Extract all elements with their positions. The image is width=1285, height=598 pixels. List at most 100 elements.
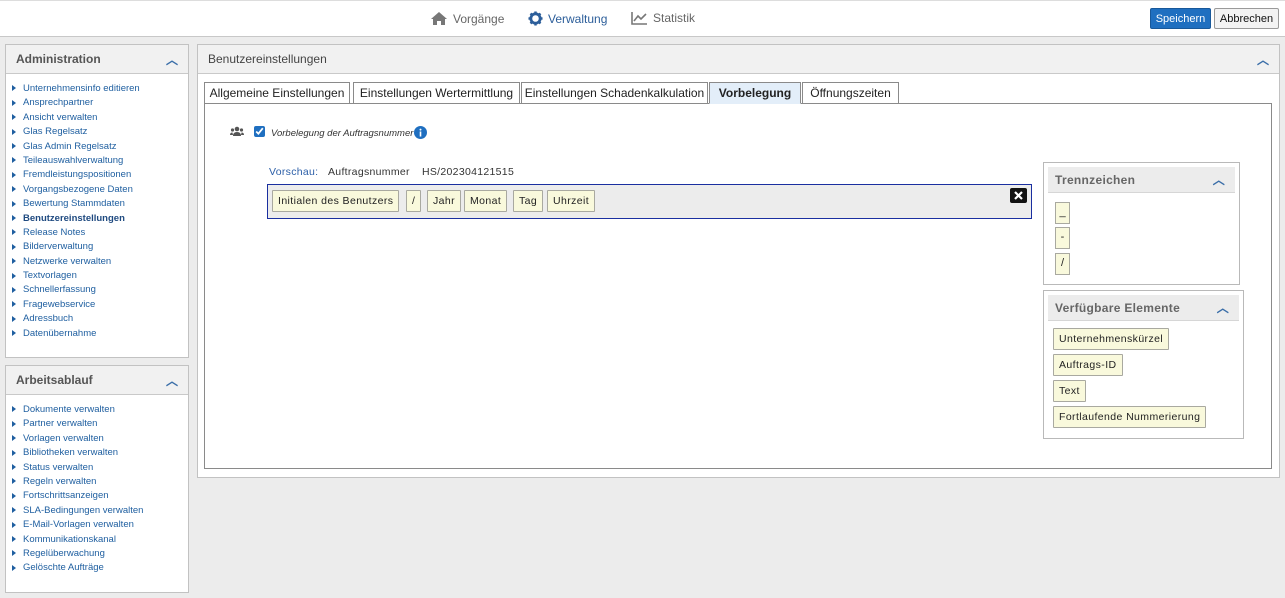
element-text[interactable]: Text	[1053, 380, 1086, 402]
bullet-triangle-icon	[12, 521, 16, 528]
sidebar-link-label: Netzwerke verwalten	[23, 255, 112, 267]
close-icon[interactable]	[1010, 188, 1027, 203]
separator-slash[interactable]: /	[1055, 253, 1070, 275]
trennzeichen-title: Trennzeichen	[1055, 173, 1136, 187]
sidebar-link-label: Gelöschte Aufträge	[23, 562, 104, 574]
element-unternehmenskuerzel[interactable]: Unternehmenskürzel	[1053, 328, 1170, 350]
sidebar-link[interactable]: Textvorlagen	[12, 269, 188, 283]
collapse-chevron-icon[interactable]: ︿	[166, 372, 178, 389]
sidebar-link-label: Ansicht verwalten	[23, 111, 98, 123]
sidebar-link[interactable]: Gelöschte Aufträge	[12, 561, 188, 575]
nav-verwaltung[interactable]: Verwaltung	[528, 11, 607, 26]
sidebar-link[interactable]: Vorgangsbezogene Daten	[12, 183, 188, 197]
sidebar-link-label: Adressbuch	[23, 313, 74, 325]
bullet-triangle-icon	[12, 186, 16, 193]
sidebar-link-label: Unternehmensinfo editieren	[23, 83, 140, 94]
bullet-triangle-icon	[12, 128, 16, 135]
tab-oeffnungszeiten[interactable]: Öffnungszeiten	[802, 82, 899, 104]
sidebar-link[interactable]: SLA-Bedingungen verwalten	[12, 504, 188, 518]
sidebar-link[interactable]: Netzwerke verwalten	[12, 255, 188, 269]
sidebar-link[interactable]: Bilderverwaltung	[12, 240, 188, 254]
verfuegbare-elemente-title: Verfügbare Elemente	[1055, 301, 1181, 315]
sidebar-link[interactable]: Fremdleistungspositionen	[12, 168, 188, 182]
sidebar-link[interactable]: Partner verwalten	[12, 417, 188, 431]
sidebar-link-label: Datenübernahme	[23, 327, 97, 339]
separator-underscore[interactable]: _	[1055, 202, 1070, 224]
sidebar-link[interactable]: Regelüberwachung	[12, 547, 188, 561]
bullet-triangle-icon	[12, 449, 16, 456]
sidebar-link[interactable]: Bibliotheken verwalten	[12, 446, 188, 460]
vorbelegung-checkbox[interactable]	[254, 126, 265, 137]
cancel-button[interactable]: Abbrechen	[1214, 8, 1279, 29]
sidebar-link[interactable]: Teileauswahlverwaltung	[12, 154, 188, 168]
bullet-triangle-icon	[12, 143, 16, 150]
sidebar-link-label: Fragewebservice	[23, 298, 96, 310]
sidebar-link-label: Status verwalten	[23, 461, 94, 473]
sidebar-link[interactable]: Fortschrittsanzeigen	[12, 489, 188, 503]
sidebar-link[interactable]: Ansicht verwalten	[12, 111, 188, 125]
users-icon	[230, 126, 244, 136]
collapse-chevron-icon[interactable]: ︿	[1213, 167, 1225, 193]
element-auftrags-id[interactable]: Auftrags-ID	[1053, 354, 1123, 376]
sequence-item[interactable]: /	[406, 190, 422, 212]
tab-einstellungen-wertermittlung[interactable]: Einstellungen Wertermittlung	[353, 82, 520, 104]
sidebar-link[interactable]: E-Mail-Vorlagen verwalten	[12, 518, 188, 532]
sidebar-link[interactable]: Schnellerfassung	[12, 283, 188, 297]
sequence-dropzone[interactable]: Initialen des Benutzers / Jahr Monat Tag…	[267, 184, 1032, 219]
sequence-item[interactable]: Monat	[464, 190, 508, 212]
collapse-chevron-icon[interactable]: ︿	[1257, 51, 1269, 68]
nav-vorgaenge[interactable]: Vorgänge	[430, 11, 504, 26]
tab-vorbelegung[interactable]: Vorbelegung	[709, 82, 801, 104]
sidebar-link[interactable]: Fragewebservice	[12, 298, 188, 312]
bullet-triangle-icon	[12, 272, 16, 279]
sidebar-link-label: Regelüberwachung	[23, 547, 105, 559]
sidebar-link[interactable]: Unternehmensinfo editieren	[12, 82, 188, 96]
verfuegbare-elemente-panel: Verfügbare Elemente ︿ Unternehmenskürzel…	[1043, 290, 1244, 439]
sidebar-link[interactable]: Regeln verwalten	[12, 475, 188, 489]
sidebar-link[interactable]: Benutzereinstellungen	[12, 212, 188, 226]
sidebar-link[interactable]: Release Notes	[12, 226, 188, 240]
administration-panel: Administration ︿ Unternehmensinfo editie…	[5, 44, 189, 358]
sidebar-link-label: Bilderverwaltung	[23, 241, 94, 253]
sidebar-link[interactable]: Status verwalten	[12, 461, 188, 475]
sidebar-link-label: Regeln verwalten	[23, 475, 97, 487]
bullet-triangle-icon	[12, 99, 16, 106]
sidebar-link[interactable]: Kommunikationskanal	[12, 533, 188, 547]
bullet-triangle-icon	[12, 243, 16, 250]
sidebar-link[interactable]: Bewertung Stammdaten	[12, 197, 188, 211]
arbeitsablauf-panel: Arbeitsablauf ︿ Dokumente verwalten Partn…	[5, 365, 189, 593]
bullet-triangle-icon	[12, 171, 16, 178]
sidebar-link[interactable]: Dokumente verwalten	[12, 403, 188, 417]
bullet-triangle-icon	[12, 550, 16, 557]
preview-label: Vorschau:	[269, 166, 319, 178]
element-fortlaufende-nummerierung[interactable]: Fortlaufende Nummerierung	[1053, 406, 1207, 428]
sequence-item[interactable]: Tag	[513, 190, 544, 212]
sidebar-link-label: Ansprechpartner	[23, 97, 94, 109]
collapse-chevron-icon[interactable]: ︿	[166, 51, 178, 68]
sidebar-link[interactable]: Ansprechpartner	[12, 96, 188, 110]
sidebar-link[interactable]: Adressbuch	[12, 312, 188, 326]
vorbelegung-tab-content: Vorbelegung der Auftragsnummer Vorschau:…	[204, 103, 1272, 469]
nav-statistik[interactable]: Statistik	[631, 11, 695, 25]
collapse-chevron-icon[interactable]: ︿	[1217, 295, 1229, 321]
sidebar-link[interactable]: Vorlagen verwalten	[12, 432, 188, 446]
preview-value: HS/202304121515	[422, 166, 515, 178]
arbeitsablauf-title: Arbeitsablauf	[16, 373, 93, 387]
sidebar-link[interactable]: Glas Admin Regelsatz	[12, 140, 188, 154]
nav-vorgaenge-label: Vorgänge	[453, 11, 505, 26]
separator-dash[interactable]: -	[1055, 227, 1070, 249]
sequence-item[interactable]: Initialen des Benutzers	[272, 190, 400, 212]
info-icon[interactable]	[414, 126, 427, 139]
administration-header: Administration ︿	[6, 45, 188, 74]
sidebar-link-label: SLA-Bedingungen verwalten	[23, 504, 144, 516]
tab-allgemeine-einstellungen[interactable]: Allgemeine Einstellungen	[204, 82, 350, 104]
bullet-triangle-icon	[12, 564, 16, 571]
sidebar-link[interactable]: Datenübernahme	[12, 327, 188, 341]
save-button[interactable]: Speichern	[1150, 8, 1211, 29]
vorbelegung-checkbox-label: Vorbelegung der Auftragsnummer	[271, 128, 414, 139]
sequence-item[interactable]: Jahr	[427, 190, 462, 212]
sidebar-link[interactable]: Glas Regelsatz	[12, 125, 188, 139]
tab-einstellungen-schadenkalkulation[interactable]: Einstellungen Schadenkalkulation	[521, 82, 708, 104]
administration-list: Unternehmensinfo editieren Ansprechpartne…	[6, 74, 188, 341]
sequence-item[interactable]: Uhrzeit	[547, 190, 596, 212]
